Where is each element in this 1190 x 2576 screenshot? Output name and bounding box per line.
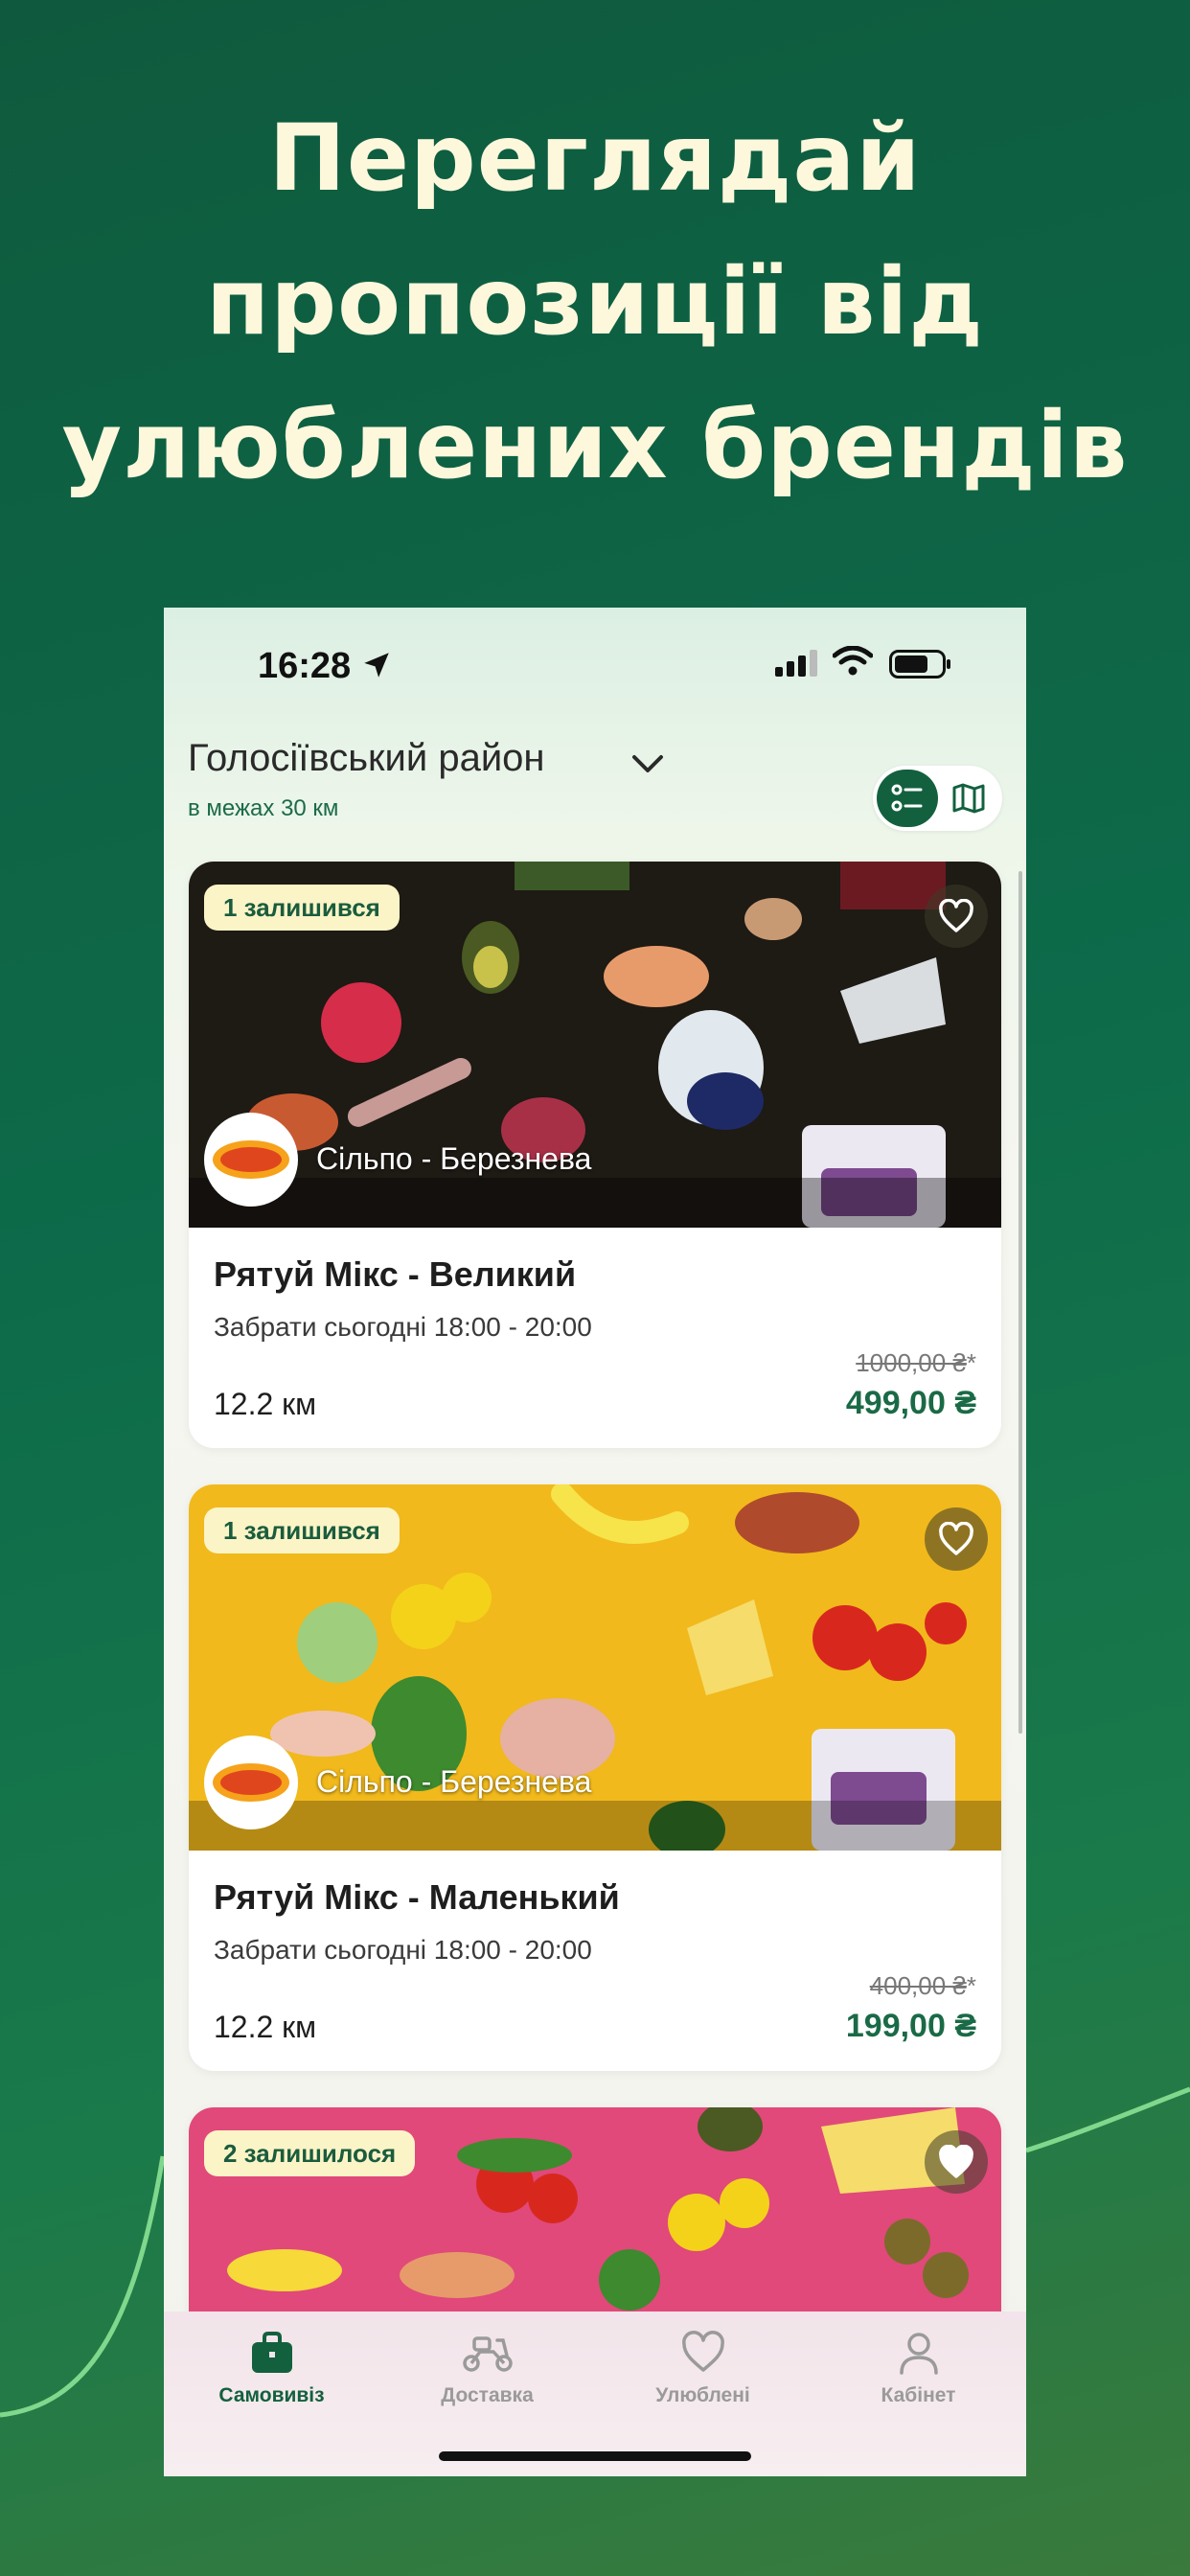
- map-icon: [952, 783, 985, 814]
- offer-card[interactable]: 1 залишився Сільпо - Березнева Рятуй Мік…: [189, 862, 1001, 1448]
- person-icon: [899, 2333, 938, 2375]
- headline-line-3: улюблених брендів: [61, 392, 1129, 499]
- location-arrow-icon: [364, 653, 389, 678]
- tab-label: Улюблені: [655, 2384, 750, 2406]
- offer-image: 1 залишився Сільпо - Березнева: [189, 862, 1001, 1228]
- scrollbar[interactable]: [1018, 871, 1022, 1734]
- old-price: 400,00 ₴*: [870, 1971, 976, 2001]
- status-bar: 16:28: [164, 608, 1026, 723]
- scooter-icon: [462, 2336, 513, 2372]
- offer-title: Рятуй Мікс - Маленький: [214, 1877, 620, 1917]
- old-price: 1000,00 ₴*: [856, 1348, 976, 1378]
- favorite-button[interactable]: [925, 2130, 988, 2194]
- chevron-down-icon[interactable]: [629, 749, 667, 778]
- tab-favorites[interactable]: Улюблені: [595, 2329, 811, 2407]
- old-price-value: 1000,00 ₴: [856, 1348, 967, 1377]
- tab-pickup[interactable]: Самовивіз: [164, 2329, 379, 2407]
- list-view-button[interactable]: [877, 770, 938, 827]
- old-price-value: 400,00 ₴: [869, 1971, 967, 2000]
- tab-delivery[interactable]: Доставка: [379, 2329, 595, 2407]
- tab-label: Самовивіз: [218, 2384, 325, 2406]
- favorite-button[interactable]: [925, 885, 988, 948]
- status-time: 16:28: [258, 646, 352, 686]
- search-radius: в межах 30 км: [188, 795, 339, 821]
- cellular-signal-icon: [775, 650, 817, 677]
- old-price-mark: *: [966, 1348, 976, 1377]
- tab-label: Кабінет: [881, 2384, 956, 2406]
- stock-badge: 1 залишився: [204, 1507, 400, 1553]
- headline: Переглядай пропозиції від улюблених брен…: [0, 86, 1190, 518]
- heart-icon: [939, 1522, 973, 1555]
- store-logo: [204, 1736, 298, 1829]
- store-name: Сільпо - Березнева: [316, 1141, 592, 1176]
- wifi-icon: [833, 646, 873, 676]
- stock-badge: 1 залишився: [204, 885, 400, 931]
- heart-icon: [939, 2145, 973, 2178]
- list-icon: [891, 784, 923, 812]
- headline-line-1: Переглядай: [268, 104, 922, 212]
- silpo-logo-icon: [213, 1763, 289, 1802]
- phone-screen: 16:28 Голосіївський район в межах 30 км: [164, 608, 1026, 2476]
- bag-icon: [251, 2332, 292, 2373]
- offer-image: 1 залишився Сільпо - Березнева: [189, 1484, 1001, 1851]
- distance: 12.2 км: [214, 2010, 317, 2044]
- view-toggle: [873, 766, 1002, 831]
- favorite-button[interactable]: [925, 1507, 988, 1571]
- map-view-button[interactable]: [938, 770, 999, 827]
- pickup-time: Забрати сьогодні 18:00 - 20:00: [214, 1312, 592, 1342]
- silpo-logo-icon: [213, 1140, 289, 1179]
- new-price: 499,00 ₴: [845, 1385, 976, 1421]
- distance: 12.2 км: [214, 1387, 317, 1421]
- old-price-mark: *: [966, 1971, 976, 2000]
- tab-account[interactable]: Кабінет: [811, 2329, 1026, 2407]
- offer-card[interactable]: 1 залишився Сільпо - Березнева Рятуй Мік…: [189, 1484, 1001, 2071]
- district-name[interactable]: Голосіївський район: [188, 737, 545, 780]
- store-name: Сільпо - Березнева: [316, 1764, 592, 1799]
- heart-icon: [681, 2331, 724, 2372]
- tab-label: Доставка: [441, 2384, 534, 2406]
- battery-icon: [889, 650, 950, 678]
- store-logo: [204, 1113, 298, 1207]
- pickup-time: Забрати сьогодні 18:00 - 20:00: [214, 1935, 592, 1965]
- headline-line-2: пропозиції від: [206, 248, 984, 356]
- home-indicator[interactable]: [439, 2451, 751, 2461]
- new-price: 199,00 ₴: [845, 2008, 976, 2044]
- heart-icon: [939, 899, 973, 932]
- offer-title: Рятуй Мікс - Великий: [214, 1254, 577, 1294]
- stock-badge: 2 залишилося: [204, 2130, 416, 2176]
